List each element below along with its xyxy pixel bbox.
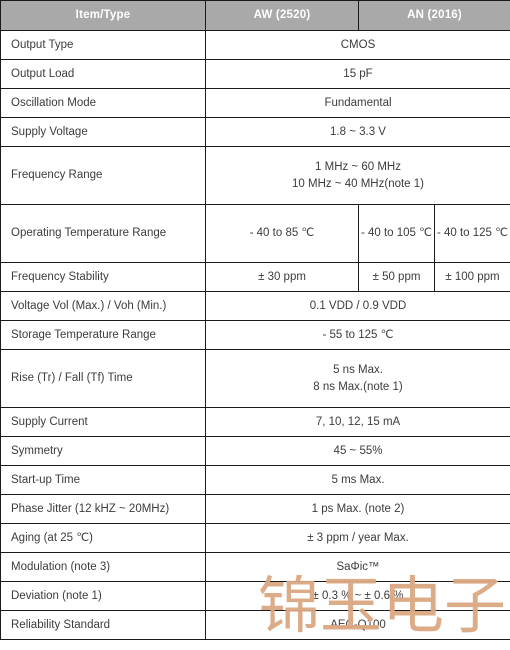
row-value-oscillation-mode: Fundamental [204, 88, 510, 118]
table-row: Storage Temperature Range - 55 to 125 ℃ [0, 320, 510, 350]
row-value-operating-temperature-range-an2: - 40 to 125 ℃ [433, 204, 510, 263]
row-value-deviation: ± 0.3 % ~ ± 0.6 % [204, 581, 510, 611]
row-label-supply-voltage: Supply Voltage [0, 117, 206, 147]
row-value-symmetry: 45 ~ 55% [204, 436, 510, 466]
row-value-reliability-standard: AEC-Q100 [204, 610, 510, 640]
column-header-aw-2520: AW (2520) [205, 0, 359, 31]
row-label-storage-temperature-range: Storage Temperature Range [0, 320, 206, 350]
table-row: Aging (at 25 ℃) ± 3 ppm / year Max. [0, 523, 510, 553]
row-label-supply-current: Supply Current [0, 407, 206, 437]
row-label-rise-fall-time: Rise (Tr) / Fall (Tf) Time [0, 349, 206, 408]
table-header-row: Item/Type AW (2520) AN (2016) [0, 0, 510, 31]
table-row: Phase Jitter (12 kHZ ~ 20MHz) 1 ps Max. … [0, 494, 510, 524]
table-row: Frequency Stability ± 30 ppm ± 50 ppm ± … [0, 262, 510, 292]
table-header: Item/Type AW (2520) AN (2016) [0, 0, 510, 31]
specification-table: Item/Type AW (2520) AN (2016) Output Typ… [0, 0, 510, 640]
row-value-start-up-time: 5 ms Max. [204, 465, 510, 495]
row-label-operating-temperature-range: Operating Temperature Range [0, 204, 206, 263]
row-label-voltage-vol-voh: Voltage Vol (Max.) / Voh (Min.) [0, 291, 206, 321]
column-header-item-type: Item/Type [0, 0, 206, 31]
table-row: Frequency Range 1 MHz ~ 60 MHz 10 MHz ~ … [0, 146, 510, 205]
row-value-voltage-vol-voh: 0.1 VDD / 0.9 VDD [204, 291, 510, 321]
row-label-modulation: Modulation (note 3) [0, 552, 206, 582]
row-label-oscillation-mode: Oscillation Mode [0, 88, 206, 118]
specification-table-container: Item/Type AW (2520) AN (2016) Output Typ… [0, 0, 510, 650]
row-value-supply-voltage: 1.8 ~ 3.3 V [204, 117, 510, 147]
row-value-frequency-stability-aw: ± 30 ppm [205, 262, 359, 292]
table-row: Start-up Time 5 ms Max. [0, 465, 510, 495]
row-value-storage-temperature-range: - 55 to 125 ℃ [204, 320, 510, 350]
row-value-frequency-stability-an1: ± 50 ppm [358, 262, 435, 292]
row-label-frequency-stability: Frequency Stability [0, 262, 206, 292]
table-row: Supply Voltage 1.8 ~ 3.3 V [0, 117, 510, 147]
row-value-phase-jitter: 1 ps Max. (note 2) [204, 494, 510, 524]
row-label-phase-jitter: Phase Jitter (12 kHZ ~ 20MHz) [0, 494, 206, 524]
row-value-frequency-stability-an2: ± 100 ppm [433, 262, 510, 292]
table-row: Symmetry 45 ~ 55% [0, 436, 510, 466]
rise-fall-time-line-1: 5 ns Max. [333, 363, 383, 376]
row-label-symmetry: Symmetry [0, 436, 206, 466]
table-row: Output Type CMOS [0, 30, 510, 60]
row-value-output-load: 15 pF [204, 59, 510, 89]
column-header-an-2016: AN (2016) [357, 0, 510, 31]
table-row: Reliability Standard AEC-Q100 [0, 610, 510, 640]
row-label-output-type: Output Type [0, 30, 206, 60]
row-value-frequency-range: 1 MHz ~ 60 MHz 10 MHz ~ 40 MHz(note 1) [204, 146, 510, 205]
row-label-deviation: Deviation (note 1) [0, 581, 206, 611]
table-body: Output Type CMOS Output Load 15 pF Oscil… [0, 30, 510, 640]
table-row: Deviation (note 1) ± 0.3 % ~ ± 0.6 % [0, 581, 510, 611]
table-row: Oscillation Mode Fundamental [0, 88, 510, 118]
row-label-reliability-standard: Reliability Standard [0, 610, 206, 640]
table-row: Operating Temperature Range - 40 to 85 ℃… [0, 204, 510, 263]
row-label-aging: Aging (at 25 ℃) [0, 523, 206, 553]
row-label-start-up-time: Start-up Time [0, 465, 206, 495]
table-row: Modulation (note 3) SaΦic™ [0, 552, 510, 582]
row-value-output-type: CMOS [204, 30, 510, 60]
table-row: Voltage Vol (Max.) / Voh (Min.) 0.1 VDD … [0, 291, 510, 321]
row-value-aging: ± 3 ppm / year Max. [204, 523, 510, 553]
row-label-frequency-range: Frequency Range [0, 146, 206, 205]
row-value-operating-temperature-range-aw: - 40 to 85 ℃ [205, 204, 359, 263]
row-value-rise-fall-time: 5 ns Max. 8 ns Max.(note 1) [204, 349, 510, 408]
table-row: Rise (Tr) / Fall (Tf) Time 5 ns Max. 8 n… [0, 349, 510, 408]
table-row: Output Load 15 pF [0, 59, 510, 89]
row-value-modulation: SaΦic™ [204, 552, 510, 582]
row-value-operating-temperature-range-an1: - 40 to 105 ℃ [358, 204, 435, 263]
row-label-output-load: Output Load [0, 59, 206, 89]
row-value-supply-current: 7, 10, 12, 15 mA [204, 407, 510, 437]
rise-fall-time-line-2: 8 ns Max.(note 1) [313, 380, 403, 393]
frequency-range-line-2: 10 MHz ~ 40 MHz(note 1) [292, 177, 424, 190]
table-row: Supply Current 7, 10, 12, 15 mA [0, 407, 510, 437]
frequency-range-line-1: 1 MHz ~ 60 MHz [315, 160, 401, 173]
